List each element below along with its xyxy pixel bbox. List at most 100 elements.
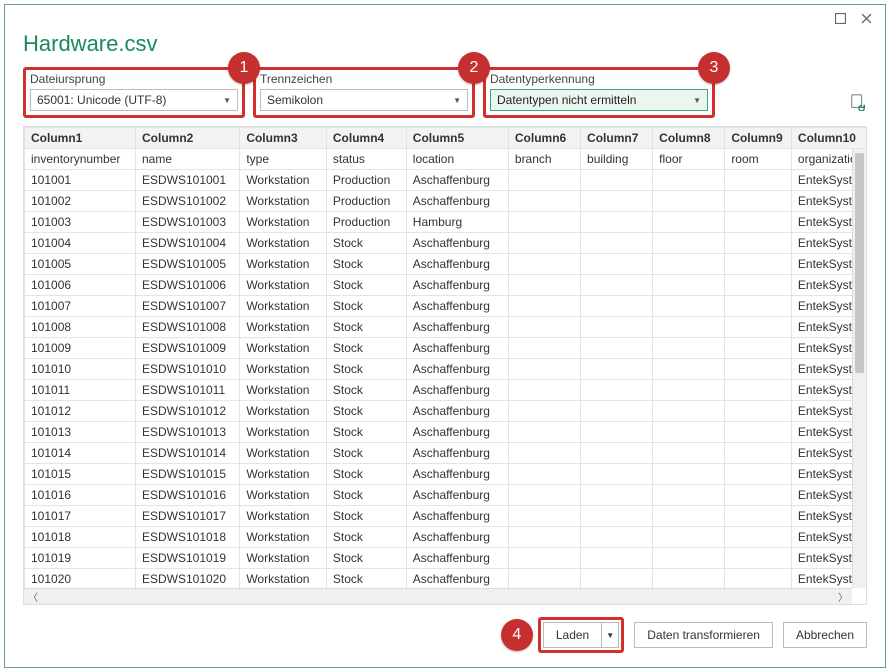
table-cell [653,275,725,296]
table-row[interactable]: 101019ESDWS101019WorkstationStockAschaff… [25,548,867,569]
table-cell: ESDWS101019 [135,548,239,569]
table-row[interactable]: 101007ESDWS101007WorkstationStockAschaff… [25,296,867,317]
column-header[interactable]: Column8 [653,128,725,149]
table-cell: Workstation [240,548,327,569]
table-row[interactable]: 101013ESDWS101013WorkstationStockAschaff… [25,422,867,443]
table-row[interactable]: 101015ESDWS101015WorkstationStockAschaff… [25,464,867,485]
table-cell [581,170,653,191]
transform-button-label: Daten transformieren [647,628,760,642]
table-cell [653,527,725,548]
column-header[interactable]: Column3 [240,128,327,149]
table-cell [725,212,792,233]
column-header[interactable]: Column5 [406,128,508,149]
table-cell: 101013 [25,422,136,443]
column-header[interactable]: Column2 [135,128,239,149]
table-cell: ESDWS101003 [135,212,239,233]
table-row[interactable]: 101004ESDWS101004WorkstationStockAschaff… [25,233,867,254]
table-cell: branch [508,149,580,170]
table-row[interactable]: 101012ESDWS101012WorkstationStockAschaff… [25,401,867,422]
table-row[interactable]: 101011ESDWS101011WorkstationStockAschaff… [25,380,867,401]
table-cell [508,233,580,254]
table-cell: Workstation [240,443,327,464]
table-cell: building [581,149,653,170]
table-row[interactable]: 101018ESDWS101018WorkstationStockAschaff… [25,527,867,548]
table-row[interactable]: 101017ESDWS101017WorkstationStockAschaff… [25,506,867,527]
table-row[interactable]: 101008ESDWS101008WorkstationStockAschaff… [25,317,867,338]
datatype-detect-dropdown[interactable]: Datentypen nicht ermitteln ▼ [490,89,708,111]
column-header[interactable]: Column4 [326,128,406,149]
table-cell: room [725,149,792,170]
table-row[interactable]: 101002ESDWS101002WorkstationProductionAs… [25,191,867,212]
cancel-button[interactable]: Abbrechen [783,622,867,648]
table-row[interactable]: 101001ESDWS101001WorkstationProductionAs… [25,170,867,191]
table-cell: 101001 [25,170,136,191]
table-cell: Workstation [240,485,327,506]
table-cell: Aschaffenburg [406,464,508,485]
table-cell [653,548,725,569]
datatype-detect-label: Datentyperkennung [490,72,708,86]
scroll-right-icon[interactable]: 〉 [838,589,848,604]
load-button[interactable]: Laden [543,622,601,648]
table-row[interactable]: inventorynumbernametypestatuslocationbra… [25,149,867,170]
table-cell: Stock [326,233,406,254]
table-cell [653,317,725,338]
table-cell: Stock [326,527,406,548]
table-cell: Workstation [240,296,327,317]
table-cell: 101015 [25,464,136,485]
delimiter-group: 2 Trennzeichen Semikolon ▼ [253,67,475,118]
table-cell: Aschaffenburg [406,233,508,254]
load-button-dropdown[interactable]: ▼ [601,622,619,648]
table-cell [653,401,725,422]
delimiter-dropdown[interactable]: Semikolon ▼ [260,89,468,111]
table-cell: ESDWS101012 [135,401,239,422]
table-cell [508,506,580,527]
table-cell: 101004 [25,233,136,254]
maximize-icon[interactable] [827,8,853,28]
table-row[interactable]: 101006ESDWS101006WorkstationStockAschaff… [25,275,867,296]
table-cell: 101020 [25,569,136,589]
column-header[interactable]: Column7 [581,128,653,149]
table-cell: 101009 [25,338,136,359]
table-cell [653,338,725,359]
table-row[interactable]: 101016ESDWS101016WorkstationStockAschaff… [25,485,867,506]
table-row[interactable]: 101010ESDWS101010WorkstationStockAschaff… [25,359,867,380]
table-cell: ESDWS101014 [135,443,239,464]
vertical-scrollbar[interactable] [852,149,866,588]
table-row[interactable]: 101020ESDWS101020WorkstationStockAschaff… [25,569,867,589]
table-cell [725,191,792,212]
datatype-detect-value: Datentypen nicht ermitteln [497,93,636,107]
table-cell [508,254,580,275]
table-cell: Aschaffenburg [406,170,508,191]
table-cell: Aschaffenburg [406,485,508,506]
column-header[interactable]: Column6 [508,128,580,149]
table-row[interactable]: 101003ESDWS101003WorkstationProductionHa… [25,212,867,233]
table-cell: floor [653,149,725,170]
refresh-icon[interactable] [849,93,867,118]
import-dialog: Hardware.csv 1 Dateiursprung 65001: Unic… [4,4,886,668]
horizontal-scrollbar[interactable]: 〈 〉 [24,588,852,604]
scroll-left-icon[interactable]: 〈 [28,589,38,604]
table-cell: Stock [326,254,406,275]
column-header[interactable]: Column1 [25,128,136,149]
scroll-thumb[interactable] [855,153,864,373]
table-cell: Production [326,170,406,191]
callout-badge-3: 3 [698,52,730,84]
column-header[interactable]: Column10 [791,128,866,149]
delimiter-value: Semikolon [267,93,323,107]
file-origin-dropdown[interactable]: 65001: Unicode (UTF-8) ▼ [30,89,238,111]
table-cell [581,359,653,380]
close-icon[interactable] [853,8,879,28]
chevron-down-icon: ▼ [223,96,231,105]
column-header[interactable]: Column9 [725,128,792,149]
table-row[interactable]: 101014ESDWS101014WorkstationStockAschaff… [25,443,867,464]
table-cell: 101008 [25,317,136,338]
dialog-footer: 4 Laden ▼ Daten transformieren Abbrechen [23,605,867,653]
table-cell: 101018 [25,527,136,548]
table-cell [508,422,580,443]
table-row[interactable]: 101005ESDWS101005WorkstationStockAschaff… [25,254,867,275]
transform-button[interactable]: Daten transformieren [634,622,773,648]
table-cell: ESDWS101007 [135,296,239,317]
table-row[interactable]: 101009ESDWS101009WorkstationStockAschaff… [25,338,867,359]
file-origin-value: 65001: Unicode (UTF-8) [37,93,166,107]
table-cell: Stock [326,485,406,506]
